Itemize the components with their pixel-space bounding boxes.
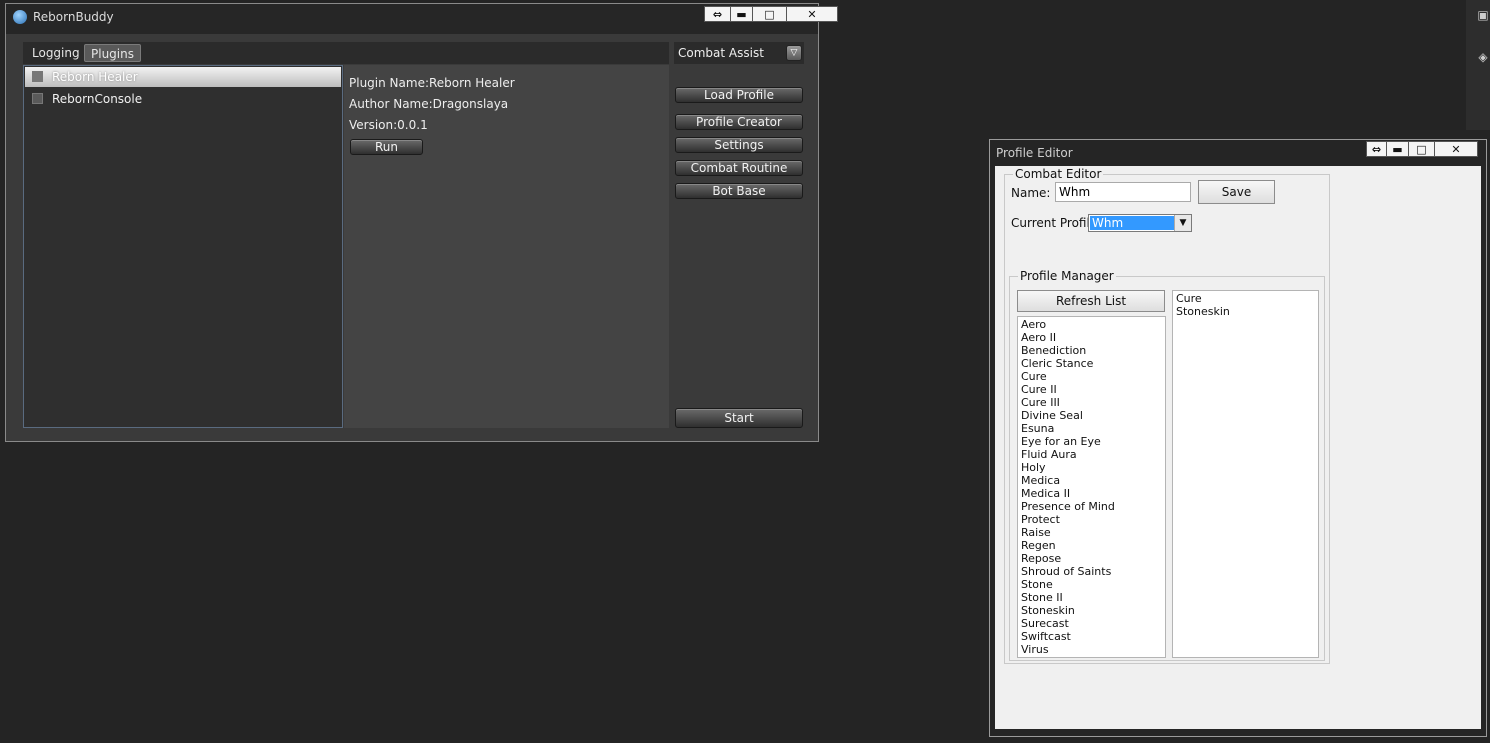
list-item[interactable]: Stoneskin <box>1021 604 1075 617</box>
list-item[interactable]: Cleric Stance <box>1021 357 1093 370</box>
plugin-list[interactable]: Reborn Healer RebornConsole <box>23 65 343 428</box>
plugin-name-text: Plugin Name:Reborn Healer <box>349 76 515 90</box>
list-item[interactable]: Medica II <box>1021 487 1070 500</box>
tab-logging[interactable]: Logging <box>26 44 86 62</box>
cube-icon[interactable]: ▣ <box>1476 8 1490 22</box>
profile-editor-body: Combat Editor Name: Whm Save Current Pro… <box>995 166 1481 729</box>
name-label: Name: <box>1011 186 1051 200</box>
app-icon <box>13 10 27 24</box>
resize-icon[interactable]: ⇔ <box>704 6 730 22</box>
start-button[interactable]: Start <box>675 408 803 428</box>
ability-list[interactable]: Aero Aero II Benediction Cleric Stance Cure C… <box>1017 316 1166 658</box>
profile-creator-button[interactable]: Profile Creator <box>675 114 803 130</box>
plugin-item-reborn-healer[interactable]: Reborn Healer <box>25 67 341 87</box>
close-button[interactable]: ✕ <box>786 6 838 22</box>
bot-base-button[interactable]: Bot Base <box>675 183 803 199</box>
list-item[interactable]: Protect <box>1021 513 1060 526</box>
box-icon[interactable]: ◈ <box>1476 50 1490 64</box>
list-item[interactable]: Divine Seal <box>1021 409 1083 422</box>
maximize-button[interactable]: □ <box>1408 141 1434 157</box>
window-controls: ⇔ ▬ □ ✕ <box>1366 141 1478 157</box>
list-item[interactable]: Cure III <box>1021 396 1060 409</box>
list-item[interactable]: Eye for an Eye <box>1021 435 1101 448</box>
list-item[interactable]: Aero <box>1021 318 1046 331</box>
load-profile-button[interactable]: Load Profile <box>675 87 803 103</box>
name-field[interactable]: Whm <box>1055 182 1191 202</box>
list-item[interactable]: Stone II <box>1021 591 1063 604</box>
profile-ability-list[interactable]: Cure Stoneskin <box>1172 290 1319 658</box>
list-item[interactable]: Virus <box>1021 643 1049 656</box>
list-item[interactable]: Surecast <box>1021 617 1069 630</box>
profile-editor-window: Profile Editor ⇔ ▬ □ ✕ Combat Editor Nam… <box>989 139 1487 737</box>
rebornbuddy-window: RebornBuddy ⇔ ▬ □ ✕ Logging Plugins Rebo… <box>5 3 838 442</box>
settings-button[interactable]: Settings <box>675 137 803 153</box>
list-item[interactable]: Medica <box>1021 474 1060 487</box>
combat-routine-button[interactable]: Combat Routine <box>675 160 803 176</box>
list-item[interactable]: Fluid Aura <box>1021 448 1077 461</box>
plugin-item-rebornconsole[interactable]: RebornConsole <box>25 89 341 109</box>
current-profile-value: Whm <box>1090 216 1174 230</box>
window-controls: ⇔ ▬ □ ✕ <box>704 6 838 22</box>
plugin-label: RebornConsole <box>52 92 143 106</box>
plugin-details: Plugin Name:Reborn Healer Author Name:Dr… <box>344 65 669 428</box>
list-item[interactable]: Swiftcast <box>1021 630 1071 643</box>
minimize-button[interactable]: ▬ <box>730 6 752 22</box>
chevron-down-icon[interactable]: ▽ <box>786 45 802 61</box>
list-item[interactable]: Cure <box>1021 370 1047 383</box>
window-title: RebornBuddy <box>33 10 114 24</box>
group-title: Profile Manager <box>1018 269 1116 283</box>
list-item[interactable]: Repose <box>1021 552 1061 565</box>
bot-mode-select[interactable]: Combat Assist ▽ <box>674 42 804 64</box>
list-item[interactable]: Raise <box>1021 526 1051 539</box>
list-item[interactable]: Stoneskin <box>1176 305 1230 318</box>
close-button[interactable]: ✕ <box>1434 141 1478 157</box>
list-item[interactable]: Holy <box>1021 461 1046 474</box>
plugin-checkbox[interactable] <box>32 71 43 82</box>
combat-editor-group: Combat Editor Name: Whm Save Current Pro… <box>1004 167 1330 664</box>
tab-bar: Logging Plugins <box>23 42 674 64</box>
list-item[interactable]: Regen <box>1021 539 1056 552</box>
list-item[interactable]: Cure II <box>1021 383 1057 396</box>
list-item[interactable]: Shroud of Saints <box>1021 565 1111 578</box>
current-profile-label: Current Profile <box>1011 216 1098 230</box>
plugin-checkbox[interactable] <box>32 93 43 104</box>
list-item[interactable]: Esuna <box>1021 422 1054 435</box>
list-item[interactable]: Cure <box>1176 292 1202 305</box>
chevron-down-icon[interactable]: ▼ <box>1174 215 1191 231</box>
minimize-button[interactable]: ▬ <box>1386 141 1408 157</box>
list-item[interactable]: Presence of Mind <box>1021 500 1115 513</box>
list-item[interactable]: Stone <box>1021 578 1053 591</box>
current-profile-select[interactable]: Whm ▼ <box>1088 214 1192 232</box>
list-item[interactable]: Aero II <box>1021 331 1056 344</box>
tab-plugins[interactable]: Plugins <box>84 44 141 62</box>
group-title: Combat Editor <box>1013 167 1104 181</box>
side-toolbar: ▣ ◈ <box>1466 0 1490 130</box>
refresh-list-button[interactable]: Refresh List <box>1017 290 1165 312</box>
maximize-button[interactable]: □ <box>752 6 786 22</box>
plugin-label: Reborn Healer <box>52 70 138 84</box>
resize-icon[interactable]: ⇔ <box>1366 141 1386 157</box>
window-title: Profile Editor <box>996 146 1073 160</box>
bot-mode-value: Combat Assist <box>678 46 764 60</box>
plugin-version-text: Version:0.0.1 <box>349 118 428 132</box>
save-button[interactable]: Save <box>1198 180 1275 204</box>
run-button[interactable]: Run <box>350 139 423 155</box>
title-bar[interactable]: RebornBuddy ⇔ ▬ □ ✕ <box>6 4 838 34</box>
plugin-author-text: Author Name:Dragonslaya <box>349 97 509 111</box>
control-panel: Combat Assist ▽ Load Profile Profile Cre… <box>669 42 809 431</box>
list-item[interactable]: Benediction <box>1021 344 1086 357</box>
profile-manager-group: Profile Manager Refresh List Aero Aero II… <box>1009 269 1325 661</box>
